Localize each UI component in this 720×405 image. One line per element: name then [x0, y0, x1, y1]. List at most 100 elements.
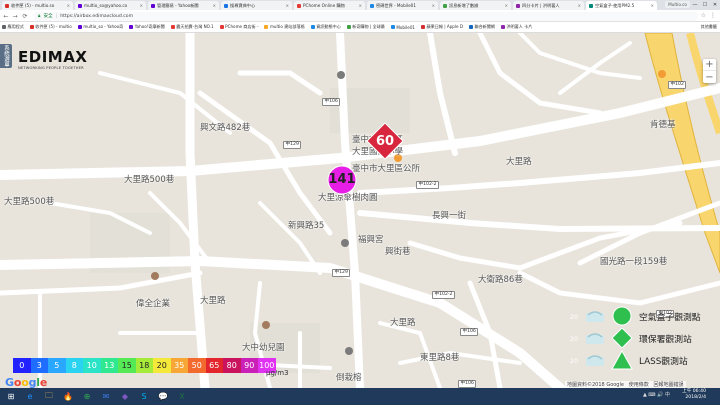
legend-sample-value: 20 — [569, 356, 579, 365]
logo-text: EDIMAX — [18, 48, 88, 66]
map-place-label: 興文路482巷 — [200, 123, 251, 133]
system-tray[interactable]: ▲ ⌨ 🔊 中 — [643, 391, 670, 398]
bookmark-item[interactable]: multio_so - Yahoo奇 — [77, 24, 124, 30]
system-menu-tab[interactable]: 系統選單 — [0, 44, 12, 68]
reload-icon[interactable]: ⟳ — [21, 12, 29, 20]
color-scale-cell: 35 — [170, 358, 188, 373]
bookmark-item[interactable]: Mobile01 — [390, 24, 416, 30]
tab-close-icon[interactable]: × — [211, 3, 216, 8]
taskbar-app-icon[interactable]: 💬 — [156, 390, 170, 403]
pm25-color-scale: 0 3 5 8 10 13 15 18 20 35 50 65 80 90 100 — [13, 358, 276, 373]
taskbar-app-icon[interactable]: 🔥 — [61, 390, 75, 403]
tab-close-icon[interactable]: × — [576, 3, 581, 8]
map-place-label: 大中幼兒園 — [242, 343, 285, 353]
tab-favicon-icon — [297, 3, 301, 8]
kindergarten-poi-icon[interactable] — [262, 321, 270, 329]
browser-tab[interactable]: 密碼世界 - Mobile01 × — [367, 1, 438, 10]
bookmark-item[interactable]: 聯合新聞網 — [469, 24, 495, 30]
bookmark-item[interactable]: 露天拍賣-台灣 NO.1 — [170, 24, 214, 30]
taskbar-app-icon[interactable]: 🗀 — [42, 390, 56, 403]
maximize-button[interactable]: ☐ — [700, 0, 710, 10]
bookmark-favicon-icon — [390, 25, 395, 29]
tab-close-icon[interactable]: × — [65, 3, 70, 8]
tab-favicon-icon — [370, 3, 374, 8]
tab-close-icon[interactable]: × — [284, 3, 289, 8]
taskbar-app-icon[interactable]: X — [175, 390, 189, 403]
forward-icon[interactable]: → — [11, 12, 19, 20]
close-window-button[interactable]: ✕ — [710, 0, 720, 10]
road-number-shield: 中102 — [668, 81, 687, 89]
bookmark-item[interactable]: 資訊動態中心 — [310, 24, 341, 30]
company-poi-icon[interactable] — [151, 272, 159, 280]
browser-tab[interactable]: 四分卡片 | 洪明著人 × — [513, 1, 584, 10]
windows-taskbar: ⊞ e 🗀 🔥 ⊕ ✉ ◆ S 💬 X — [0, 388, 720, 405]
zoom-in-button[interactable]: + — [703, 59, 716, 71]
bookmark-item[interactable]: multio 建站部落格 — [264, 24, 305, 30]
landmark-poi-icon[interactable] — [345, 347, 353, 355]
browser-user-chip[interactable]: Multio.co — [665, 1, 690, 8]
taskbar-app-icon[interactable]: ◆ — [118, 390, 132, 403]
taskbar-app-icon[interactable]: ⊕ — [80, 390, 94, 403]
bookmark-label: 洪明著人 卡片 — [506, 24, 533, 29]
taskbar-app-icon[interactable]: ⊞ — [4, 390, 18, 403]
legend-row[interactable]: 20 環保署觀測站 — [570, 327, 701, 349]
kfc-poi-icon[interactable] — [658, 70, 666, 78]
bookmark-label: multio_so - Yahoo奇 — [83, 24, 124, 29]
map-place-label: 新興路35 — [288, 221, 325, 231]
legend-label: 環保署觀測站 — [639, 334, 692, 345]
bookmark-favicon-icon — [219, 25, 224, 29]
url-input[interactable]: 🔒︎ 安全 | https://airbox.edimaxcloud.com — [34, 11, 698, 21]
back-icon[interactable]: ← — [2, 12, 10, 20]
taskbar-app-icon[interactable]: S — [137, 390, 151, 403]
legend-row[interactable]: 20 LASS觀測站 — [570, 349, 701, 371]
bookmark-item[interactable]: PChome 商店街 - — [219, 24, 258, 30]
scale-unit: μg/m3 — [266, 369, 289, 377]
bookmark-item[interactable]: 收件匣 (5) - multio — [29, 24, 72, 30]
bookmark-item[interactable]: 新奇購物 | 全球最 — [346, 24, 385, 30]
tab-close-icon[interactable]: × — [430, 3, 435, 8]
bookmark-label: multio 建站部落格 — [269, 24, 305, 29]
browser-tab[interactable]: 收件匣 (5) - multio.so × — [2, 1, 73, 10]
zoom-out-button[interactable]: − — [703, 71, 716, 83]
browser-tab[interactable]: 空氣盒子·使用PM2.5 × — [586, 1, 657, 10]
taskbar-app-icon[interactable]: e — [23, 390, 37, 403]
bookmark-favicon-icon — [129, 25, 134, 29]
taskbar-app-icon[interactable]: ✉ — [99, 390, 113, 403]
bookmark-item[interactable]: 蘋果日報 | Apple D — [421, 24, 463, 30]
road-number-shield: 中102-2 — [432, 291, 455, 299]
bookmark-item[interactable]: Yahoo!奇摩新聞 — [129, 24, 165, 30]
map-place-label: 興街巷 — [385, 247, 411, 257]
color-scale-cell: 13 — [100, 358, 118, 373]
tab-favicon-icon — [151, 3, 155, 8]
tab-close-icon[interactable]: × — [503, 3, 508, 8]
browser-tab[interactable]: multio_so@yahoo.co × — [75, 1, 146, 10]
browser-tab[interactable]: 搜尋寶典中心 × — [221, 1, 292, 10]
bookmark-star-icon[interactable]: ☆ — [701, 12, 706, 19]
taskbar-clock[interactable]: 上午 06:40 2018/2/4 — [682, 389, 706, 401]
color-scale-cell: 18 — [135, 358, 153, 373]
browser-menu-icon[interactable]: ⋮ — [710, 12, 716, 19]
bookmark-item[interactable]: 應用程式 — [2, 24, 24, 30]
minimize-button[interactable]: — — [690, 0, 700, 10]
bookmark-item[interactable]: 洪明著人 卡片 — [500, 24, 533, 30]
tab-close-icon[interactable]: × — [357, 3, 362, 8]
browser-tab[interactable]: PChome Online 購物 × — [294, 1, 365, 10]
tab-close-icon[interactable]: × — [138, 3, 143, 8]
browser-tab[interactable]: 管理簡易 - Yahoo新聞 × — [148, 1, 219, 10]
bookmark-favicon-icon — [29, 25, 34, 29]
bookmark-favicon-icon — [500, 25, 505, 29]
browser-tab[interactable]: 訊息新增了數據 × — [440, 1, 511, 10]
map-place-label: 肯德基 — [650, 120, 676, 130]
epa-station-value: 60 — [375, 134, 395, 149]
road-number-shield: 中129 — [332, 269, 351, 277]
edimax-logo: EDIMAX NETWORKING PEOPLE TOGETHER — [18, 48, 87, 70]
color-scale-cell: 3 — [30, 358, 48, 373]
bookmark-favicon-icon — [346, 25, 351, 29]
school-poi-icon[interactable] — [337, 71, 345, 79]
tab-close-icon[interactable]: × — [649, 3, 654, 8]
other-bookmarks[interactable]: 其他書籤 — [701, 24, 717, 30]
bookmark-label: Mobile01 — [396, 24, 416, 30]
legend-row[interactable]: 20 空氣盒子觀測點 — [570, 305, 701, 327]
temple-poi-icon[interactable] — [341, 239, 349, 247]
bookmark-label: 新奇購物 | 全球最 — [352, 24, 385, 29]
